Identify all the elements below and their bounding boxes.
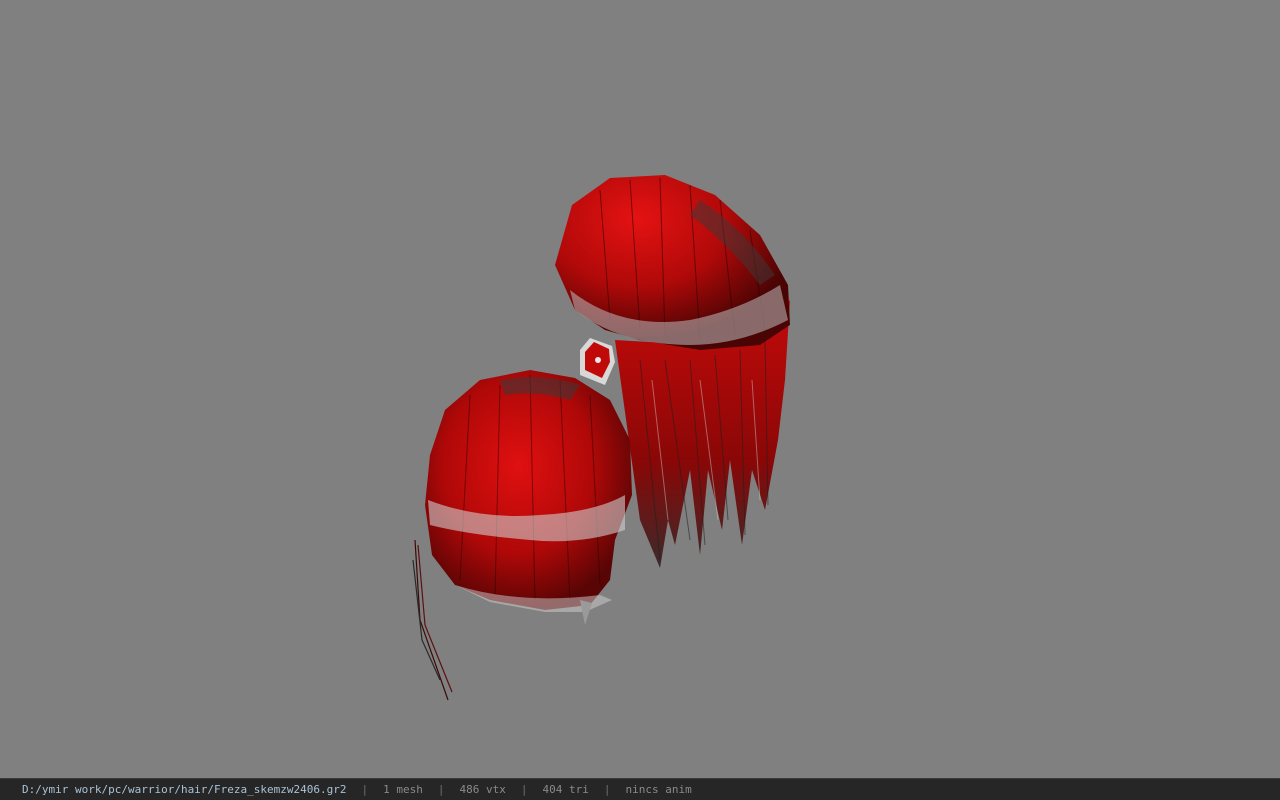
separator: |	[361, 783, 369, 796]
upper-hair-bun	[555, 175, 790, 350]
file-path-label: D:/ymir work/pc/warrior/hair/Freza_skemz…	[22, 783, 347, 796]
3d-viewport[interactable]	[0, 0, 1280, 778]
triangle-count-label: 404 tri	[542, 783, 589, 796]
separator: |	[437, 783, 445, 796]
lower-hair-bun	[425, 370, 632, 625]
hair-model-render	[412, 175, 790, 701]
status-bar: D:/ymir work/pc/warrior/hair/Freza_skemz…	[0, 778, 1280, 800]
hair-tie	[580, 338, 615, 385]
separator: |	[520, 783, 528, 796]
separator: |	[603, 783, 611, 796]
animation-status-label: nincs anim	[625, 783, 692, 796]
vertex-count-label: 486 vtx	[459, 783, 506, 796]
mesh-count-label: 1 mesh	[383, 783, 423, 796]
